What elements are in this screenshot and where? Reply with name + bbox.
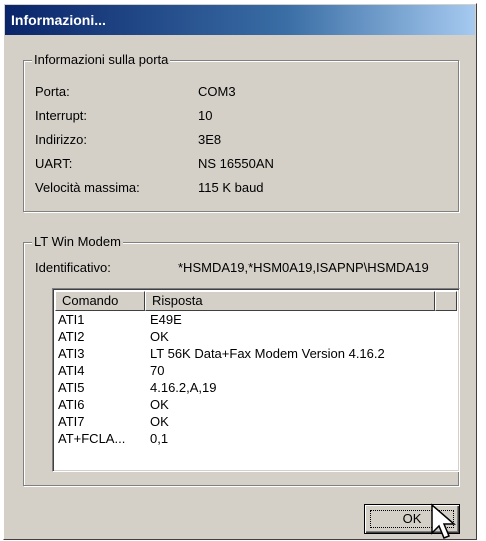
arrow-cursor-icon [431,503,457,539]
list-item-response: OK [150,397,169,412]
list-item[interactable]: ATI4 70 [58,363,453,379]
identifier-value: *HSMDA19,*HSM0A19,ISAPNP\HSMDA19 [178,260,429,275]
list-item-response: 70 [150,363,165,378]
window-title: Informazioni... [11,12,106,28]
column-header-empty[interactable] [435,291,457,311]
port-label: Porta: [35,84,70,99]
list-item[interactable]: ATI5 4.16.2,A,19 [58,380,453,396]
command-response-list[interactable]: Comando Risposta ATI1 E49E ATI2 OK ATI3 … [52,288,460,472]
list-item-response: 4.16.2,A,19 [150,380,217,395]
max-speed-value: 115 K baud [198,180,264,195]
list-item[interactable]: ATI2 OK [58,329,453,345]
list-header: Comando Risposta [55,291,457,311]
modem-legend: LT Win Modem [32,234,123,250]
list-item[interactable]: ATI6 OK [58,397,453,413]
about-dialog: Informazioni... Informazioni sulla porta… [3,3,477,540]
list-item-response: OK [150,329,169,344]
list-item-response: OK [150,414,169,429]
uart-label: UART: [35,156,73,171]
identifier-label: Identificativo: [35,260,111,275]
interrupt-label: Interrupt: [35,108,88,123]
list-item[interactable]: ATI3 LT 56K Data+Fax Modem Version 4.16.… [58,346,453,362]
list-item[interactable]: AT+FCLA... 0,1 [58,431,453,447]
list-item[interactable]: ATI7 OK [58,414,453,430]
uart-value: NS 16550AN [198,156,274,171]
list-item-command: ATI5 [58,380,85,395]
list-item-command: ATI4 [58,363,85,378]
list-item-command: AT+FCLA... [58,431,126,446]
port-info-legend: Informazioni sulla porta [32,52,171,68]
title-bar: Informazioni... [5,5,475,35]
address-label: Indirizzo: [35,132,88,147]
address-value: 3E8 [198,132,222,147]
list-item-command: ATI7 [58,414,85,429]
list-item[interactable]: ATI1 E49E [58,312,453,328]
list-item-command: ATI2 [58,329,85,344]
port-value: COM3 [198,84,236,99]
column-header-response[interactable]: Risposta [145,291,435,311]
list-item-response: 0,1 [150,431,169,446]
list-item-response: LT 56K Data+Fax Modem Version 4.16.2 [150,346,385,361]
list-item-command: ATI6 [58,397,85,412]
max-speed-label: Velocità massima: [35,180,140,195]
list-item-response: E49E [150,312,182,327]
column-header-command[interactable]: Comando [55,291,145,311]
list-item-command: ATI1 [58,312,85,327]
interrupt-value: 10 [198,108,213,123]
list-item-command: ATI3 [58,346,85,361]
